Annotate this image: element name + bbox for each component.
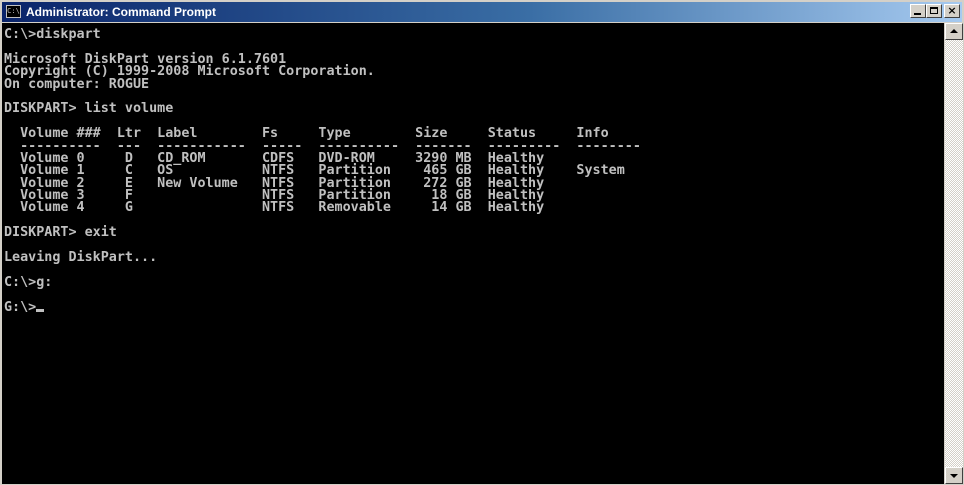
scroll-up-arrow-icon: [950, 29, 958, 33]
console-line: DISKPART> list volume: [4, 101, 174, 117]
scroll-down-arrow-icon: [950, 474, 958, 478]
console-line: Leaving DiskPart...: [4, 250, 158, 266]
console-line: Volume 4 G NTFS Removable 14 GB Healthy: [4, 200, 545, 216]
maximize-icon: [930, 7, 938, 14]
console-line: On computer: ROGUE: [4, 76, 150, 92]
window-title: Administrator: Command Prompt: [26, 5, 217, 19]
text-cursor: [36, 308, 45, 312]
scrollbar-track[interactable]: [945, 40, 963, 467]
console-text: C:\>diskpart Microsoft DiskPart version 6…: [2, 23, 944, 314]
minimize-icon: [914, 13, 921, 15]
console-line: C:\>g:: [4, 274, 53, 290]
close-button[interactable]: ×: [944, 4, 960, 18]
console-output[interactable]: C:\>diskpart Microsoft DiskPart version 6…: [2, 23, 944, 484]
scroll-up-button[interactable]: [945, 23, 963, 40]
close-icon: ×: [947, 4, 957, 17]
vertical-scrollbar[interactable]: [945, 23, 963, 484]
prompt-line: G:\>: [4, 299, 944, 315]
scroll-down-button[interactable]: [945, 467, 963, 484]
cmd-icon[interactable]: C:\: [6, 5, 21, 18]
console-line: C:\>diskpart: [4, 27, 101, 42]
maximize-button[interactable]: [926, 4, 942, 18]
console-line: DISKPART> exit: [4, 225, 117, 241]
window-controls: ×: [910, 4, 960, 20]
minimize-button[interactable]: [910, 4, 926, 18]
title-bar[interactable]: C:\ Administrator: Command Prompt ×: [2, 2, 962, 22]
command-prompt-window: C:\ Administrator: Command Prompt × C:\>…: [0, 0, 964, 485]
prompt-text: G:\>: [4, 299, 37, 315]
